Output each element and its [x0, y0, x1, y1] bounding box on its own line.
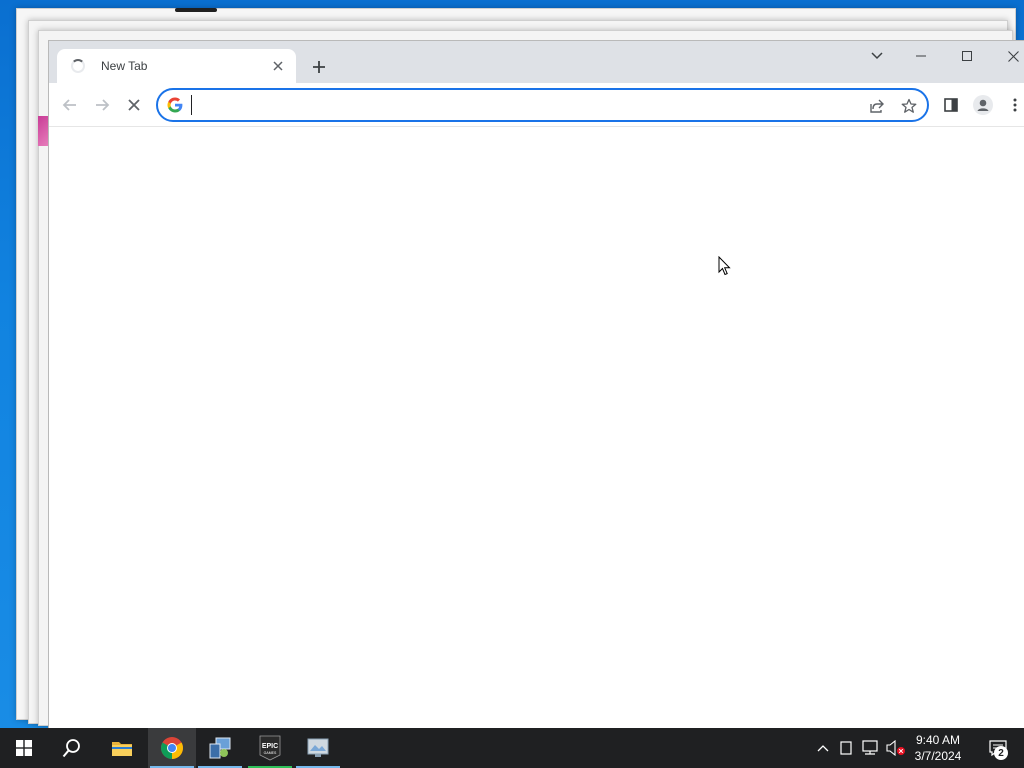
mouse-cursor-icon	[718, 256, 731, 276]
background-window-fragment	[175, 8, 217, 12]
close-icon	[1007, 50, 1019, 62]
tray-device-icon-button[interactable]	[836, 728, 856, 768]
action-center-button[interactable]: 2	[978, 728, 1018, 768]
device-icon	[840, 741, 852, 755]
bookmark-button[interactable]	[899, 96, 919, 116]
close-window-button[interactable]	[990, 41, 1024, 71]
clock-time: 9:40 AM	[915, 733, 961, 747]
windows-logo-icon	[16, 740, 32, 756]
background-image-fragment	[38, 116, 48, 146]
maximize-icon	[962, 51, 972, 61]
more-vertical-icon	[1013, 98, 1017, 112]
svg-text:GAMES: GAMES	[264, 751, 277, 755]
side-panel-icon	[944, 98, 958, 112]
desktop: New Tab EPIC GAMES 9:40 AM 3/7/2024 2	[0, 0, 1024, 768]
start-button[interactable]	[0, 728, 48, 768]
app-icon	[307, 738, 329, 757]
show-hidden-icons-button[interactable]	[812, 728, 834, 768]
avatar-icon	[973, 95, 993, 115]
side-panel-button[interactable]	[937, 91, 965, 119]
arrow-left-icon	[62, 99, 76, 111]
chevron-up-icon	[817, 745, 829, 752]
taskbar-file-explorer[interactable]	[98, 728, 146, 768]
network-icon	[862, 740, 878, 755]
minimize-button[interactable]	[898, 41, 944, 71]
clock[interactable]: 9:40 AM 3/7/2024	[908, 728, 968, 768]
maximize-button[interactable]	[944, 41, 990, 71]
tool-icon	[209, 737, 231, 759]
back-button[interactable]	[56, 91, 84, 119]
star-icon	[901, 98, 917, 113]
title-bar[interactable]: New Tab	[49, 41, 1024, 83]
taskbar-chrome[interactable]	[148, 728, 196, 768]
loading-spinner-icon	[71, 59, 85, 73]
address-bar[interactable]	[156, 88, 929, 122]
share-icon	[870, 99, 884, 113]
clock-date: 3/7/2024	[914, 749, 962, 763]
forward-button[interactable]	[88, 91, 116, 119]
profile-button[interactable]	[969, 91, 997, 119]
svg-text:EPIC: EPIC	[262, 743, 278, 750]
epic-games-icon: EPIC GAMES	[259, 735, 281, 761]
close-icon	[128, 99, 140, 111]
chrome-window: New Tab	[48, 40, 1024, 729]
chevron-down-icon	[871, 52, 883, 60]
stop-loading-button[interactable]	[120, 91, 148, 119]
browser-toolbar	[49, 83, 1024, 127]
new-tab-button[interactable]	[307, 55, 331, 79]
taskbar-epic-games[interactable]: EPIC GAMES	[246, 728, 294, 768]
taskbar-tool[interactable]	[196, 728, 244, 768]
tab-close-button[interactable]	[270, 58, 286, 74]
taskbar-app[interactable]	[294, 728, 342, 768]
chrome-menu-button[interactable]	[1001, 91, 1024, 119]
tab-new-tab[interactable]: New Tab	[57, 49, 296, 83]
share-button[interactable]	[867, 96, 887, 116]
folder-icon	[112, 742, 132, 756]
close-icon	[273, 61, 283, 71]
taskbar: EPIC GAMES 9:40 AM 3/7/2024 2	[0, 728, 1024, 768]
search-button[interactable]	[48, 728, 96, 768]
tab-search-button[interactable]	[854, 41, 900, 71]
notification-badge: 2	[994, 746, 1008, 760]
minimize-icon	[916, 55, 926, 57]
page-content[interactable]	[49, 127, 1024, 729]
address-input[interactable]	[191, 95, 831, 115]
arrow-right-icon	[96, 99, 110, 111]
google-g-icon	[167, 97, 183, 113]
tab-title: New Tab	[101, 59, 148, 73]
network-button[interactable]	[858, 728, 882, 768]
volume-button[interactable]	[884, 728, 908, 768]
chrome-icon	[161, 737, 183, 759]
volume-muted-icon	[886, 740, 905, 756]
plus-icon	[313, 61, 325, 73]
search-icon	[62, 739, 80, 758]
